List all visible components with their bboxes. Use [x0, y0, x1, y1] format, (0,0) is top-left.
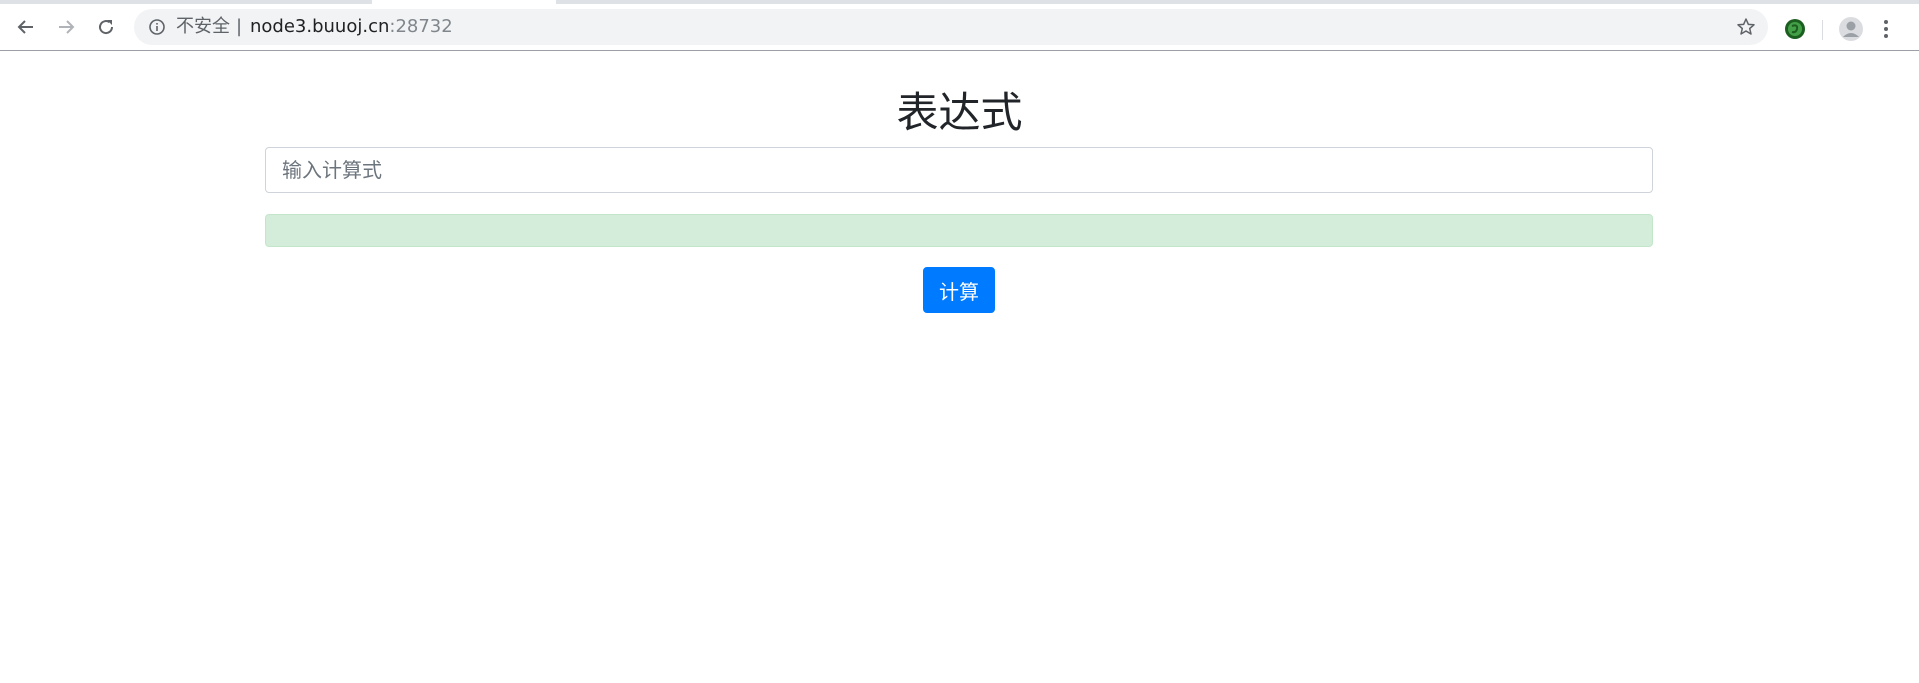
page-title: 表达式	[896, 88, 1023, 137]
result-alert	[265, 214, 1653, 247]
toolbar-divider	[1822, 20, 1823, 40]
expression-input[interactable]	[265, 147, 1653, 193]
star-icon[interactable]	[1736, 17, 1756, 37]
url-port: :28732	[389, 16, 453, 37]
url-text[interactable]: node3.buuoj.cn:28732	[250, 9, 453, 45]
forward-arrow-icon	[59, 20, 75, 34]
security-status-text: 不安全	[176, 16, 230, 37]
forward-button[interactable]	[49, 10, 83, 44]
extension-icon[interactable]	[1784, 18, 1806, 40]
reload-button[interactable]	[89, 10, 123, 44]
reload-icon	[99, 20, 114, 35]
info-icon[interactable]	[148, 18, 166, 36]
browser-toolbar: 不安全 | node3.buuoj.cn:28732	[0, 4, 1919, 51]
back-arrow-icon	[17, 20, 33, 34]
address-bar[interactable]: 不安全 | node3.buuoj.cn:28732	[134, 9, 1768, 45]
address-separator: |	[236, 16, 243, 37]
avatar-icon[interactable]	[1838, 16, 1864, 42]
back-button[interactable]	[9, 10, 43, 44]
kebab-menu-icon[interactable]	[1882, 18, 1890, 40]
calculate-button[interactable]: 计算	[923, 267, 995, 313]
url-host: node3.buuoj.cn	[250, 16, 390, 37]
page-content: 表达式 计算	[0, 51, 1919, 683]
